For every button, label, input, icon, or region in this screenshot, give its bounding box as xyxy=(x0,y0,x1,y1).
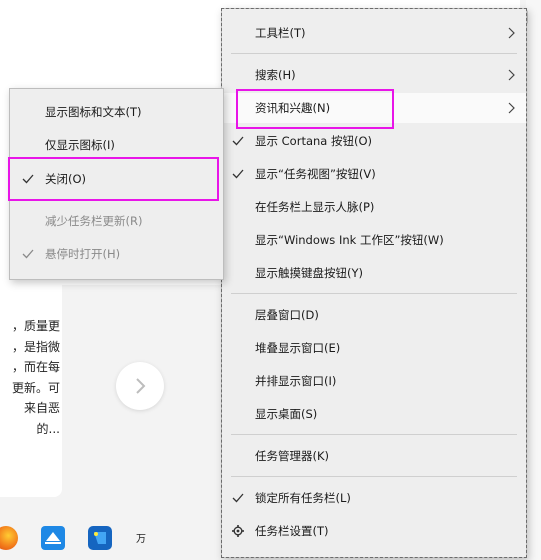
menu-item-label: 层叠窗口(D) xyxy=(255,308,319,322)
menu-item-label: 锁定所有任务栏(L) xyxy=(255,491,351,505)
taskbar: 万 xyxy=(0,518,230,560)
snippet-line: ，质量更 xyxy=(11,319,60,333)
menu-item-label: 并排显示窗口(I) xyxy=(255,374,337,388)
menu-item-lock-taskbars[interactable]: 锁定所有任务栏(L) xyxy=(222,483,526,513)
right-edge xyxy=(526,0,541,560)
menu-item-news-interests[interactable]: 资讯和兴趣(N) xyxy=(222,93,526,123)
checkmark-icon xyxy=(232,169,244,179)
submenu-item-open-on-hover: 悬停时打开(H) xyxy=(10,239,223,269)
menu-separator xyxy=(231,476,517,477)
menu-item-label: 显示触摸键盘按钮(Y) xyxy=(255,266,363,280)
article-snippet: ，质量更 ，是指微 ，而在每 更新。可 来自恶 的... xyxy=(0,316,60,439)
menu-separator xyxy=(231,53,517,54)
menu-item-label: 显示 Cortana 按钮(O) xyxy=(255,134,373,148)
menu-item-label: 在任务栏上显示人脉(P) xyxy=(255,200,375,214)
app-mark-icon[interactable] xyxy=(88,526,112,550)
submenu-item-icon-only[interactable]: 仅显示图标(I) xyxy=(10,130,223,160)
taskbar-context-menu: 工具栏(T) 搜索(H) 资讯和兴趣(N) 显示 Cortana 按钮(O) 显… xyxy=(221,8,527,558)
submenu-item-show-icon-text[interactable]: 显示图标和文本(T) xyxy=(10,97,223,127)
chevron-right-icon xyxy=(136,378,146,394)
snippet-line: ，而在每 xyxy=(11,360,60,374)
snippet-line: 来自恶 xyxy=(23,401,60,415)
menu-separator xyxy=(231,293,517,294)
menu-item-label: 关闭(O) xyxy=(45,172,87,186)
gear-icon xyxy=(232,525,244,537)
snippet-line: ，是指微 xyxy=(11,339,60,354)
snippet-line: 更新。可 xyxy=(11,380,60,395)
checkmark-icon xyxy=(22,249,34,259)
menu-item-toolbars[interactable]: 工具栏(T) xyxy=(222,18,526,48)
menu-item-label: 搜索(H) xyxy=(255,68,296,82)
checkmark-icon xyxy=(232,493,244,503)
menu-item-side-by-side[interactable]: 并排显示窗口(I) xyxy=(222,366,526,396)
chevron-right-icon xyxy=(508,69,515,81)
menu-item-label: 悬停时打开(H) xyxy=(45,247,121,261)
menu-item-label: 显示图标和文本(T) xyxy=(45,105,142,119)
menu-item-label: 显示“Windows Ink 工作区”按钮(W) xyxy=(255,233,444,247)
menu-item-label: 任务栏设置(T) xyxy=(255,524,329,538)
menu-item-label: 资讯和兴趣(N) xyxy=(255,101,331,115)
news-interests-submenu: 显示图标和文本(T) 仅显示图标(I) 关闭(O) 减少任务栏更新(R) 悬停时… xyxy=(9,88,224,280)
submenu-item-turn-off[interactable]: 关闭(O) xyxy=(10,164,223,194)
chevron-right-icon xyxy=(508,27,515,39)
menu-item-label: 工具栏(T) xyxy=(255,26,306,40)
menu-item-show-task-view[interactable]: 显示“任务视图”按钮(V) xyxy=(222,159,526,189)
menu-item-taskbar-settings[interactable]: 任务栏设置(T) xyxy=(222,516,526,546)
menu-item-cascade-windows[interactable]: 层叠窗口(D) xyxy=(222,300,526,330)
menu-separator xyxy=(231,434,517,435)
menu-item-show-people[interactable]: 在任务栏上显示人脉(P) xyxy=(222,192,526,222)
menu-item-show-touch-keyboard[interactable]: 显示触摸键盘按钮(Y) xyxy=(222,258,526,288)
menu-item-show-windows-ink[interactable]: 显示“Windows Ink 工作区”按钮(W) xyxy=(222,225,526,255)
ime-indicator[interactable]: 万 xyxy=(136,530,158,554)
menu-item-label: 显示桌面(S) xyxy=(255,407,318,421)
menu-item-show-desktop[interactable]: 显示桌面(S) xyxy=(222,399,526,429)
next-button[interactable] xyxy=(116,362,164,410)
menu-item-label: 显示“任务视图”按钮(V) xyxy=(255,167,376,181)
checkmark-icon xyxy=(22,174,34,184)
menu-item-task-manager[interactable]: 任务管理器(K) xyxy=(222,441,526,471)
menu-separator xyxy=(19,200,214,201)
menu-item-stack-windows[interactable]: 堆叠显示窗口(E) xyxy=(222,333,526,363)
snippet-line: 的... xyxy=(36,421,60,436)
menu-item-show-cortana[interactable]: 显示 Cortana 按钮(O) xyxy=(222,126,526,156)
submenu-item-reduce-updates: 减少任务栏更新(R) xyxy=(10,206,223,236)
menu-item-label: 堆叠显示窗口(E) xyxy=(255,341,341,355)
app-boat-icon[interactable] xyxy=(41,526,65,550)
chevron-right-icon xyxy=(508,102,515,114)
checkmark-icon xyxy=(232,136,244,146)
firefox-icon[interactable] xyxy=(0,526,18,550)
menu-item-label: 仅显示图标(I) xyxy=(45,138,115,152)
menu-item-label: 减少任务栏更新(R) xyxy=(45,214,143,228)
menu-item-search[interactable]: 搜索(H) xyxy=(222,60,526,90)
menu-item-label: 任务管理器(K) xyxy=(255,449,330,463)
